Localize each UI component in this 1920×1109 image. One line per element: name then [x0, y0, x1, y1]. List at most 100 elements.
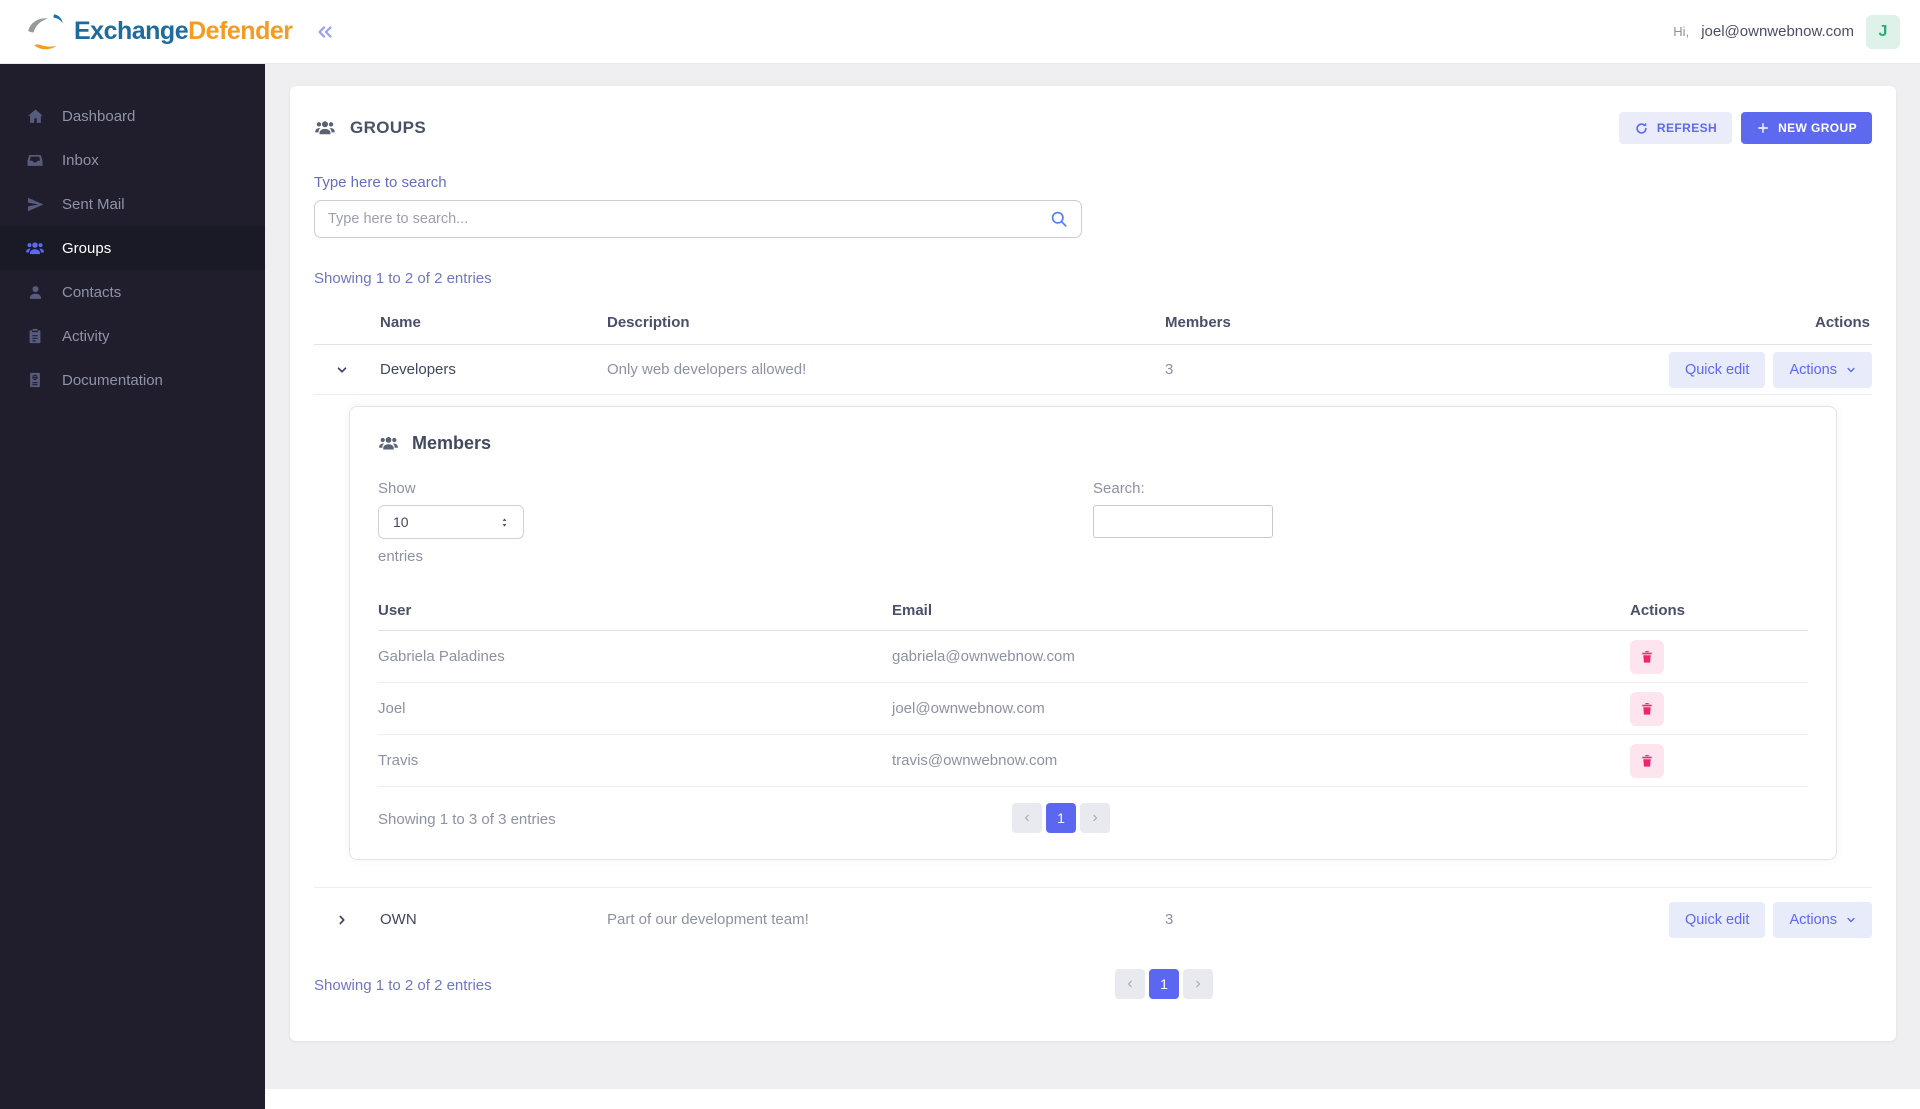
chevron-down-icon: [336, 364, 348, 376]
expand-row-button[interactable]: [314, 914, 380, 926]
page-size-select[interactable]: 10: [378, 505, 524, 539]
sidebar-item-label: Dashboard: [62, 107, 136, 125]
table-row-member: Travis travis@ownwebnow.com: [378, 735, 1808, 787]
sidebar-item-label: Documentation: [62, 371, 163, 389]
table-row-member: Gabriela Paladines gabriela@ownwebnow.co…: [378, 631, 1808, 683]
pagination-next-button[interactable]: ›: [1183, 969, 1213, 999]
main-content: GROUPS REFRESH NEW GROUP Type here to se…: [265, 64, 1920, 1109]
group-description: Only web developers allowed!: [607, 361, 807, 378]
plus-icon: [1756, 121, 1770, 135]
sidebar-collapse-button[interactable]: [314, 21, 336, 43]
pagination-prev-button[interactable]: ‹: [1012, 803, 1042, 833]
sidebar-item-label: Inbox: [62, 151, 99, 169]
groups-table-header: Name Description Members Actions: [314, 301, 1872, 345]
entries-label: entries: [378, 548, 424, 565]
trash-icon: [1639, 701, 1655, 717]
groups-showing-top: Showing 1 to 2 of 2 entries: [314, 270, 492, 287]
groups-showing-bottom: Showing 1 to 2 of 2 entries: [314, 976, 492, 994]
trash-icon: [1639, 753, 1655, 769]
user-email: joel@ownwebnow.com: [1701, 23, 1854, 40]
new-group-button[interactable]: NEW GROUP: [1741, 112, 1872, 144]
double-chevron-left-icon: [314, 21, 336, 43]
chevron-down-icon: [1846, 365, 1856, 375]
group-search-label: Type here to search: [314, 174, 447, 191]
delete-member-button[interactable]: [1630, 691, 1664, 726]
sidebar-item-documentation[interactable]: Documentation: [0, 358, 265, 402]
page-title: GROUPS: [350, 118, 427, 137]
sidebar-item-activity[interactable]: Activity: [0, 314, 265, 358]
member-email: joel@ownwebnow.com: [892, 700, 1045, 717]
group-search-input[interactable]: [314, 200, 1082, 238]
pagination-next-button[interactable]: ›: [1080, 803, 1110, 833]
book-icon: [25, 371, 45, 389]
pagination-page-1-button[interactable]: 1: [1149, 969, 1179, 999]
refresh-button[interactable]: REFRESH: [1618, 112, 1733, 144]
clipboard-icon: [25, 327, 45, 345]
brand-name: ExchangeDefender: [74, 17, 293, 45]
pagination-page-1-button[interactable]: 1: [1046, 803, 1076, 833]
actions-dropdown-button[interactable]: Actions: [1773, 901, 1872, 938]
members-panel-title: Members: [412, 433, 492, 453]
sidebar-item-label: Contacts: [62, 283, 122, 301]
topbar: ExchangeDefender Hi, joel@ownwebnow.com …: [0, 0, 1920, 64]
groups-pagination: ‹ 1 ›: [1115, 969, 1213, 999]
members-search-label: Search:: [1093, 480, 1145, 497]
column-header-email: Email: [892, 602, 933, 619]
trash-icon: [1639, 649, 1655, 665]
collapse-row-button[interactable]: [314, 364, 380, 376]
member-email: gabriela@ownwebnow.com: [892, 648, 1075, 665]
members-panel: Members Show 10 entries Search: User Ema…: [349, 406, 1837, 860]
groups-table: Name Description Members Actions Develop…: [314, 301, 1872, 951]
table-row-developers[interactable]: Developers Only web developers allowed! …: [314, 345, 1872, 395]
brand-logo-icon: [24, 12, 68, 52]
group-members-count: 3: [1165, 911, 1174, 928]
member-user: Joel: [378, 700, 406, 717]
delete-member-button[interactable]: [1630, 743, 1664, 778]
sidebar-item-label: Sent Mail: [62, 195, 125, 213]
page-footer: Copyright © Own Web Now Corp, 1997-2020.…: [265, 1089, 1920, 1109]
avatar[interactable]: J: [1866, 14, 1900, 49]
sidebar-item-inbox[interactable]: Inbox: [0, 138, 265, 182]
column-header-description: Description: [607, 314, 690, 331]
group-description: Part of our development team!: [607, 911, 809, 928]
member-user: Travis: [378, 752, 419, 769]
column-header-name: Name: [380, 314, 421, 331]
sidebar-item-groups[interactable]: Groups: [0, 226, 265, 270]
users-icon: [378, 433, 399, 454]
table-row-member: Joel joel@ownwebnow.com: [378, 683, 1808, 735]
search-icon: [1049, 209, 1069, 229]
users-icon: [25, 238, 45, 259]
members-pagination: ‹ 1 ›: [1012, 803, 1110, 833]
show-label: Show: [378, 480, 416, 497]
quick-edit-button[interactable]: Quick edit: [1668, 351, 1766, 388]
column-header-members: Members: [1165, 314, 1231, 331]
members-table-header: User Email Actions: [378, 591, 1808, 631]
groups-panel: GROUPS REFRESH NEW GROUP Type here to se…: [290, 86, 1896, 1041]
paper-plane-icon: [25, 195, 45, 214]
sidebar-item-contacts[interactable]: Contacts: [0, 270, 265, 314]
users-icon: [314, 117, 336, 139]
actions-dropdown-button[interactable]: Actions: [1773, 351, 1872, 388]
sidebar-item-label: Groups: [62, 239, 112, 257]
sidebar-item-sent-mail[interactable]: Sent Mail: [0, 182, 265, 226]
pagination-prev-button[interactable]: ‹: [1115, 969, 1145, 999]
member-email: travis@ownwebnow.com: [892, 752, 1058, 769]
group-name: OWN: [380, 911, 417, 928]
table-row-own[interactable]: OWN Part of our development team! 3 Quic…: [314, 887, 1872, 951]
sidebar-item-label: Activity: [62, 327, 110, 345]
user-icon: [25, 283, 45, 302]
column-header-actions: Actions: [1814, 314, 1870, 331]
topbar-user-area: Hi, joel@ownwebnow.com J: [1673, 14, 1900, 49]
quick-edit-button[interactable]: Quick edit: [1668, 901, 1766, 938]
members-showing-text: Showing 1 to 3 of 3 entries: [378, 810, 556, 828]
sidebar: Dashboard Inbox Sent Mail Groups Contact…: [0, 64, 265, 1109]
column-header-actions: Actions: [1630, 602, 1686, 619]
delete-member-button[interactable]: [1630, 639, 1664, 674]
chevron-right-icon: [336, 914, 348, 926]
brand-logo[interactable]: ExchangeDefender: [24, 12, 293, 52]
members-search-input[interactable]: [1093, 505, 1273, 538]
sidebar-item-dashboard[interactable]: Dashboard: [0, 94, 265, 138]
greeting-label: Hi,: [1673, 24, 1690, 39]
member-user: Gabriela Paladines: [378, 648, 505, 665]
expanded-row-area: Members Show 10 entries Search: User Ema…: [314, 395, 1872, 887]
